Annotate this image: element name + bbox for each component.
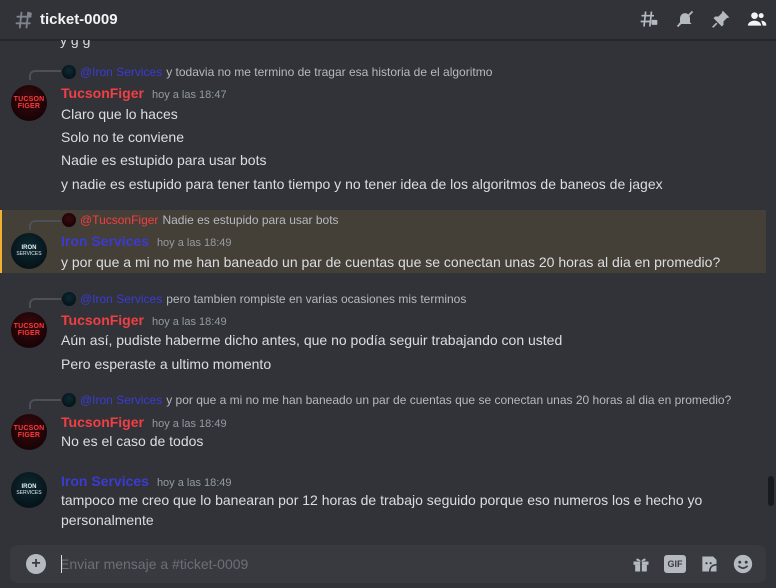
reply-text: y por que a mi no me han baneado un par … <box>166 393 732 407</box>
gif-button[interactable]: GIF <box>664 553 686 575</box>
gift-icon[interactable] <box>630 553 652 575</box>
username[interactable]: TucsonFiger <box>61 85 144 101</box>
timestamp: hoy a las 18:49 <box>151 316 227 328</box>
avatar[interactable]: IRON SERVICES <box>11 233 47 269</box>
message-line: tampoco me creo que lo banearan por 12 h… <box>61 492 703 508</box>
message-item[interactable]: @Iron Services y por que a mi no me han … <box>0 390 766 460</box>
username[interactable]: Iron Services <box>61 233 149 249</box>
message-composer: + GIF <box>10 545 766 583</box>
username[interactable]: TucsonFiger <box>61 312 144 328</box>
avatar[interactable]: TUCSON FIGER <box>11 414 47 450</box>
message-line: Nadie es estupido para usar bots <box>61 152 267 168</box>
scrollbar[interactable] <box>768 476 774 506</box>
add-attachment-icon[interactable]: + <box>26 554 46 574</box>
text-caret <box>61 555 62 573</box>
reply-avatar <box>62 65 76 79</box>
reply-mention[interactable]: @Iron Services <box>80 65 162 79</box>
message-line: Claro que lo haces <box>61 106 178 122</box>
message-line: y nadie es estupido para tener tanto tie… <box>61 176 663 192</box>
reply-mention[interactable]: @Iron Services <box>80 292 162 306</box>
mute-notifications-icon[interactable] <box>674 8 696 30</box>
channel-header: ticket-0009 <box>0 0 776 40</box>
message-line: Aún así, pudiste haberme dicho antes, qu… <box>61 332 563 348</box>
message-input[interactable] <box>60 545 620 583</box>
avatar[interactable]: TUCSON FIGER <box>11 312 47 348</box>
reply-avatar <box>62 213 76 227</box>
threads-icon[interactable] <box>638 8 660 30</box>
message-line: Pero esperaste a ultimo momento <box>61 356 272 372</box>
reply-preview[interactable]: @Iron Services pero tambien rompiste en … <box>62 291 466 307</box>
reply-preview[interactable]: @Iron Services y todavia no me termino d… <box>62 64 492 80</box>
reply-mention[interactable]: @TucsonFiger <box>80 213 158 227</box>
gif-label: GIF <box>664 555 686 573</box>
reply-avatar <box>62 292 76 306</box>
avatar[interactable]: TUCSON FIGER <box>11 85 47 121</box>
timestamp: hoy a las 18:47 <box>151 89 227 101</box>
reply-text: y todavia no me termino de tragar esa hi… <box>166 65 493 79</box>
message-item[interactable]: @Iron Services y todavia no me termino d… <box>0 60 766 200</box>
message-line: y por que a mi no me han baneado un par … <box>61 254 721 270</box>
pin-icon[interactable] <box>710 8 732 30</box>
message-line: Solo no te conviene <box>61 129 184 145</box>
reply-text: Nadie es estupido para usar bots <box>162 213 339 227</box>
timestamp: hoy a las 18:49 <box>151 418 227 430</box>
channel-hash-icon <box>13 9 35 31</box>
message-line: No es el caso de todos <box>61 433 204 449</box>
message-list: y g g @Iron Services y todavia no me ter… <box>0 40 776 540</box>
message-item[interactable]: @Iron Services pero tambien rompiste en … <box>0 288 766 378</box>
message-item[interactable]: IRON SERVICES Iron Services hoy a las 18… <box>0 470 766 540</box>
message-line: y g g <box>60 40 91 48</box>
username[interactable]: Iron Services <box>61 473 149 489</box>
timestamp: hoy a las 18:49 <box>156 477 232 489</box>
reply-mention[interactable]: @Iron Services <box>80 393 162 407</box>
message-line: personalmente <box>61 512 154 528</box>
reply-preview[interactable]: @Iron Services y por que a mi no me han … <box>62 392 731 408</box>
sticker-icon[interactable] <box>698 553 720 575</box>
reply-text: pero tambien rompiste en varias ocasione… <box>166 292 467 306</box>
message-item[interactable]: @TucsonFiger Nadie es estupido para usar… <box>0 210 766 273</box>
avatar[interactable]: IRON SERVICES <box>11 472 47 508</box>
reply-preview[interactable]: @TucsonFiger Nadie es estupido para usar… <box>62 212 339 228</box>
reply-avatar <box>62 393 76 407</box>
timestamp: hoy a las 18:49 <box>156 237 232 249</box>
username[interactable]: TucsonFiger <box>61 414 144 430</box>
emoji-icon[interactable] <box>732 553 754 575</box>
channel-title: ticket-0009 <box>40 11 118 28</box>
members-icon[interactable] <box>746 8 768 30</box>
